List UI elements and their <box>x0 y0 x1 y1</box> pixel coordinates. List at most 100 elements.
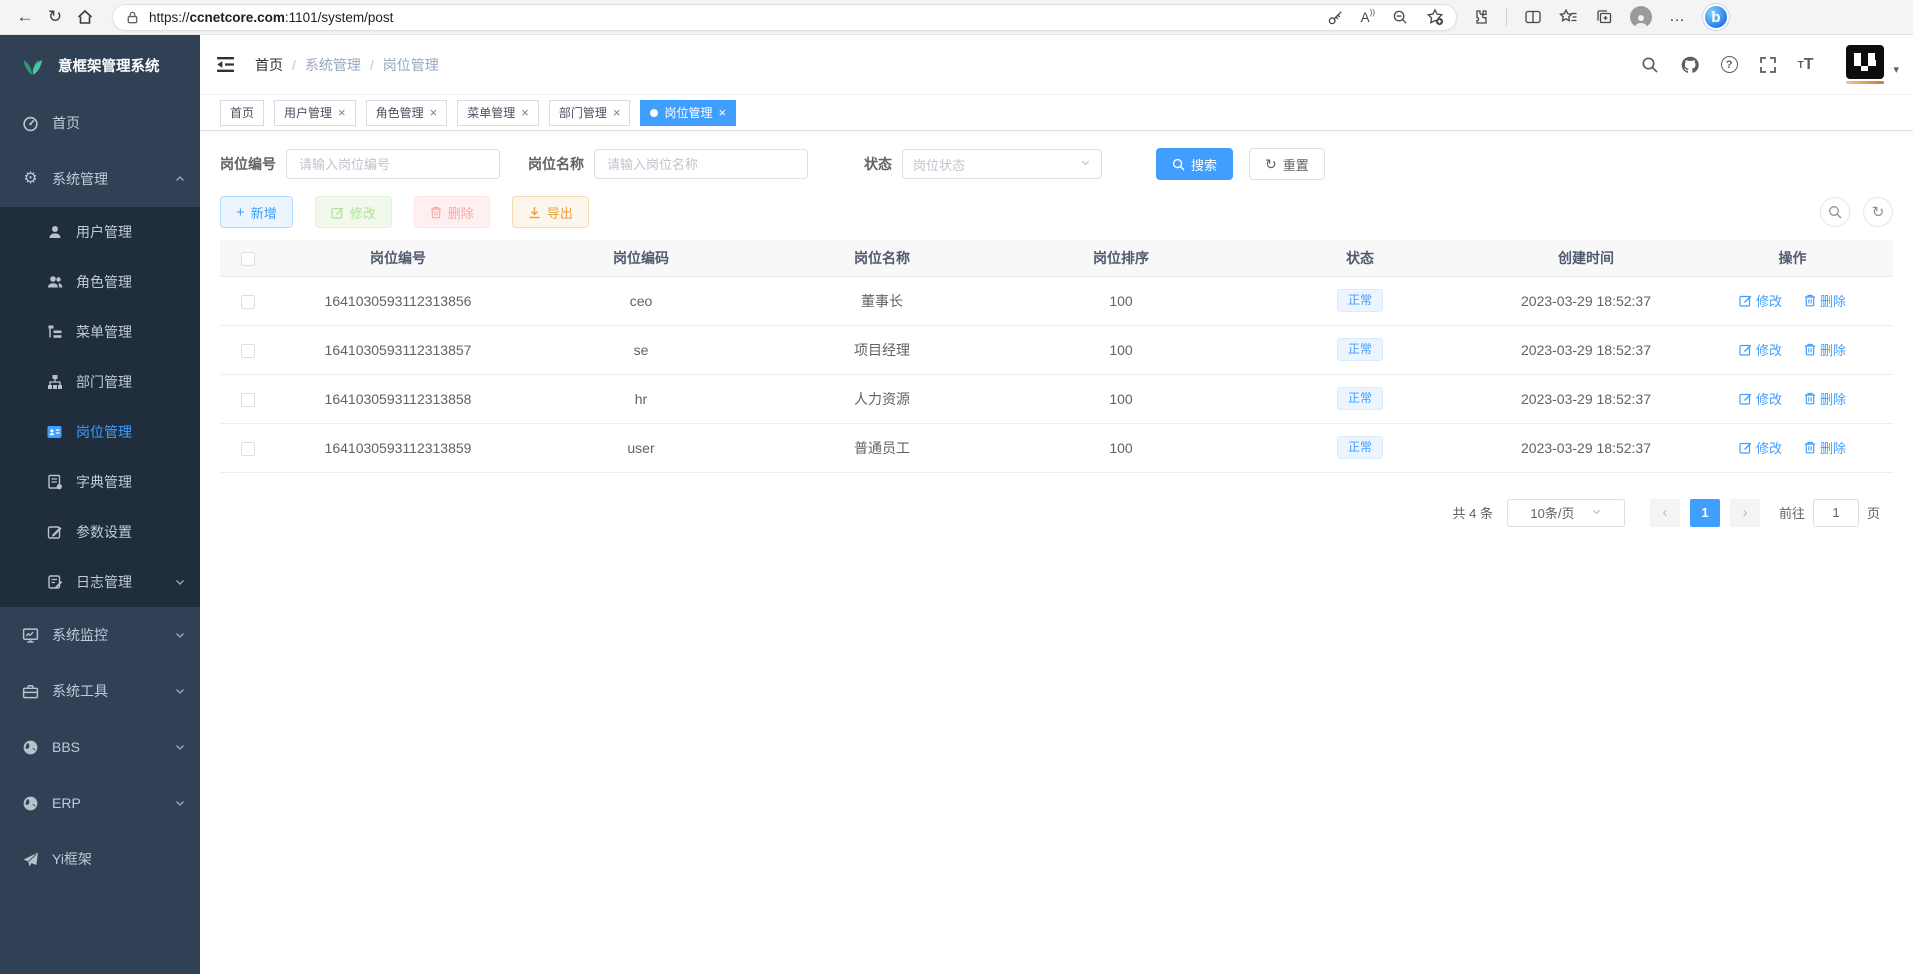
search-button[interactable]: 搜索 <box>1156 148 1233 180</box>
sitemap-icon <box>46 374 63 391</box>
close-icon[interactable]: × <box>338 105 346 120</box>
fullscreen-icon[interactable] <box>1759 56 1777 74</box>
sidebar-item-department-management[interactable]: 部门管理 <box>0 357 200 407</box>
toolbox-icon <box>22 683 39 700</box>
breadcrumb-system[interactable]: 系统管理 <box>305 55 361 75</box>
row-edit-link[interactable]: 修改 <box>1739 340 1782 359</box>
split-screen-icon[interactable] <box>1524 8 1542 26</box>
sidebar-item-user-management[interactable]: 用户管理 <box>0 207 200 257</box>
column-post-sort: 岗位排序 <box>1002 240 1240 276</box>
github-icon[interactable] <box>1680 55 1700 75</box>
browser-settings-menu-icon[interactable]: … <box>1669 8 1686 26</box>
post-code-input[interactable] <box>286 149 500 179</box>
row-delete-link[interactable]: 删除 <box>1804 389 1846 408</box>
select-all-checkbox[interactable] <box>241 252 255 266</box>
next-page-button[interactable]: › <box>1730 499 1760 527</box>
page-number-1[interactable]: 1 <box>1690 499 1720 527</box>
row-delete-link[interactable]: 删除 <box>1804 340 1846 359</box>
row-edit-link[interactable]: 修改 <box>1739 389 1782 408</box>
browser-back-button[interactable]: ← <box>10 3 40 31</box>
users-icon <box>46 274 63 291</box>
table-row: 1641030593112313856 ceo 董事长 100 正常 2023-… <box>220 276 1893 325</box>
export-button[interactable]: 导出 <box>512 196 589 228</box>
sidebar-item-system-management[interactable]: ⚙ 系统管理 <box>0 151 200 207</box>
sidebar-item-yi-framework[interactable]: Yi框架 <box>0 831 200 887</box>
collections-icon[interactable] <box>1595 8 1613 26</box>
sidebar-item-system-tools[interactable]: 系统工具 <box>0 663 200 719</box>
row-checkbox[interactable] <box>241 442 255 456</box>
sidebar-item-label: 首页 <box>52 113 186 133</box>
post-code-label: 岗位编号 <box>220 154 276 174</box>
post-table: 岗位编号 岗位编码 岗位名称 岗位排序 状态 创建时间 操作 16410305 <box>220 240 1893 473</box>
tab-post-management[interactable]: 岗位管理× <box>640 100 736 126</box>
row-edit-link[interactable]: 修改 <box>1739 291 1782 310</box>
row-checkbox[interactable] <box>241 393 255 407</box>
sidebar-item-menu-management[interactable]: 菜单管理 <box>0 307 200 357</box>
close-icon[interactable]: × <box>521 105 529 120</box>
extensions-puzzle-icon[interactable] <box>1471 8 1489 26</box>
close-icon[interactable]: × <box>718 105 726 120</box>
status-badge: 正常 <box>1337 338 1383 361</box>
row-checkbox[interactable] <box>241 344 255 358</box>
close-icon[interactable]: × <box>430 105 438 120</box>
tab-user-management[interactable]: 用户管理× <box>274 100 356 126</box>
sidebar-logo[interactable]: 意框架管理系统 <box>0 35 200 95</box>
goto-page-input[interactable] <box>1813 499 1859 527</box>
header-search-icon[interactable] <box>1641 56 1659 74</box>
cell-post-code: user <box>520 423 762 472</box>
favorites-star-icon[interactable] <box>1559 8 1578 26</box>
page-size-select[interactable]: 10条/页 <box>1507 499 1625 527</box>
tab-menu-management[interactable]: 菜单管理× <box>457 100 539 126</box>
toggle-search-button[interactable] <box>1820 197 1850 227</box>
chevron-down-icon <box>1591 505 1602 520</box>
browser-home-button[interactable] <box>70 3 100 31</box>
read-aloud-icon[interactable]: A)) <box>1361 10 1375 25</box>
url-text[interactable]: https://ccnetcore.com:1101/system/post <box>149 10 1327 25</box>
tab-department-management[interactable]: 部门管理× <box>549 100 631 126</box>
sidebar-collapse-button[interactable] <box>215 55 236 74</box>
close-icon[interactable]: × <box>613 105 621 120</box>
row-checkbox[interactable] <box>241 295 255 309</box>
tab-home[interactable]: 首页 <box>220 100 264 126</box>
user-avatar-menu[interactable]: ▾ <box>1846 45 1899 84</box>
row-delete-link[interactable]: 删除 <box>1804 438 1846 457</box>
status-select[interactable]: 岗位状态 <box>902 149 1102 179</box>
search-icon <box>1172 158 1185 171</box>
leaf-logo-icon <box>20 53 46 77</box>
sidebar-item-bbs[interactable]: BBS <box>0 719 200 775</box>
browser-refresh-button[interactable]: ↻ <box>40 3 70 31</box>
tab-role-management[interactable]: 角色管理× <box>366 100 448 126</box>
sidebar-item-home[interactable]: 首页 <box>0 95 200 151</box>
goto-unit: 页 <box>1867 503 1880 522</box>
add-favorite-star-icon[interactable] <box>1426 8 1444 26</box>
add-button[interactable]: +新增 <box>220 196 293 228</box>
password-key-icon[interactable] <box>1327 9 1344 26</box>
font-size-icon[interactable]: TT <box>1798 57 1814 73</box>
zoom-out-icon[interactable] <box>1392 9 1409 26</box>
reset-button[interactable]: ↻ 重置 <box>1249 148 1325 180</box>
row-edit-link[interactable]: 修改 <box>1739 438 1782 457</box>
sidebar-item-parameter-settings[interactable]: 参数设置 <box>0 507 200 557</box>
sidebar-item-label: BBS <box>52 739 161 755</box>
edit-button[interactable]: 修改 <box>315 196 392 228</box>
cell-post-sort: 100 <box>1002 423 1240 472</box>
breadcrumb-separator: / <box>292 57 296 73</box>
delete-button[interactable]: 删除 <box>414 196 490 228</box>
breadcrumb-home[interactable]: 首页 <box>255 55 283 75</box>
prev-page-button[interactable]: ‹ <box>1650 499 1680 527</box>
help-icon[interactable]: ? <box>1721 56 1738 73</box>
sidebar-item-log-management[interactable]: 日志管理 <box>0 557 200 607</box>
row-delete-link[interactable]: 删除 <box>1804 291 1846 310</box>
pagination-total: 共 4 条 <box>1453 503 1493 522</box>
address-bar[interactable]: https://ccnetcore.com:1101/system/post A… <box>112 4 1457 31</box>
sidebar-item-post-management[interactable]: 岗位管理 <box>0 407 200 457</box>
cell-created-time: 2023-03-29 18:52:37 <box>1480 276 1692 325</box>
refresh-table-button[interactable]: ↻ <box>1863 197 1893 227</box>
sidebar-item-role-management[interactable]: 角色管理 <box>0 257 200 307</box>
browser-profile-avatar[interactable] <box>1630 6 1652 28</box>
post-name-input[interactable] <box>594 149 808 179</box>
copilot-bing-icon[interactable]: b <box>1703 4 1729 30</box>
sidebar-item-erp[interactable]: ERP <box>0 775 200 831</box>
sidebar-item-dict-management[interactable]: 字典管理 <box>0 457 200 507</box>
sidebar-item-system-monitor[interactable]: 系统监控 <box>0 607 200 663</box>
